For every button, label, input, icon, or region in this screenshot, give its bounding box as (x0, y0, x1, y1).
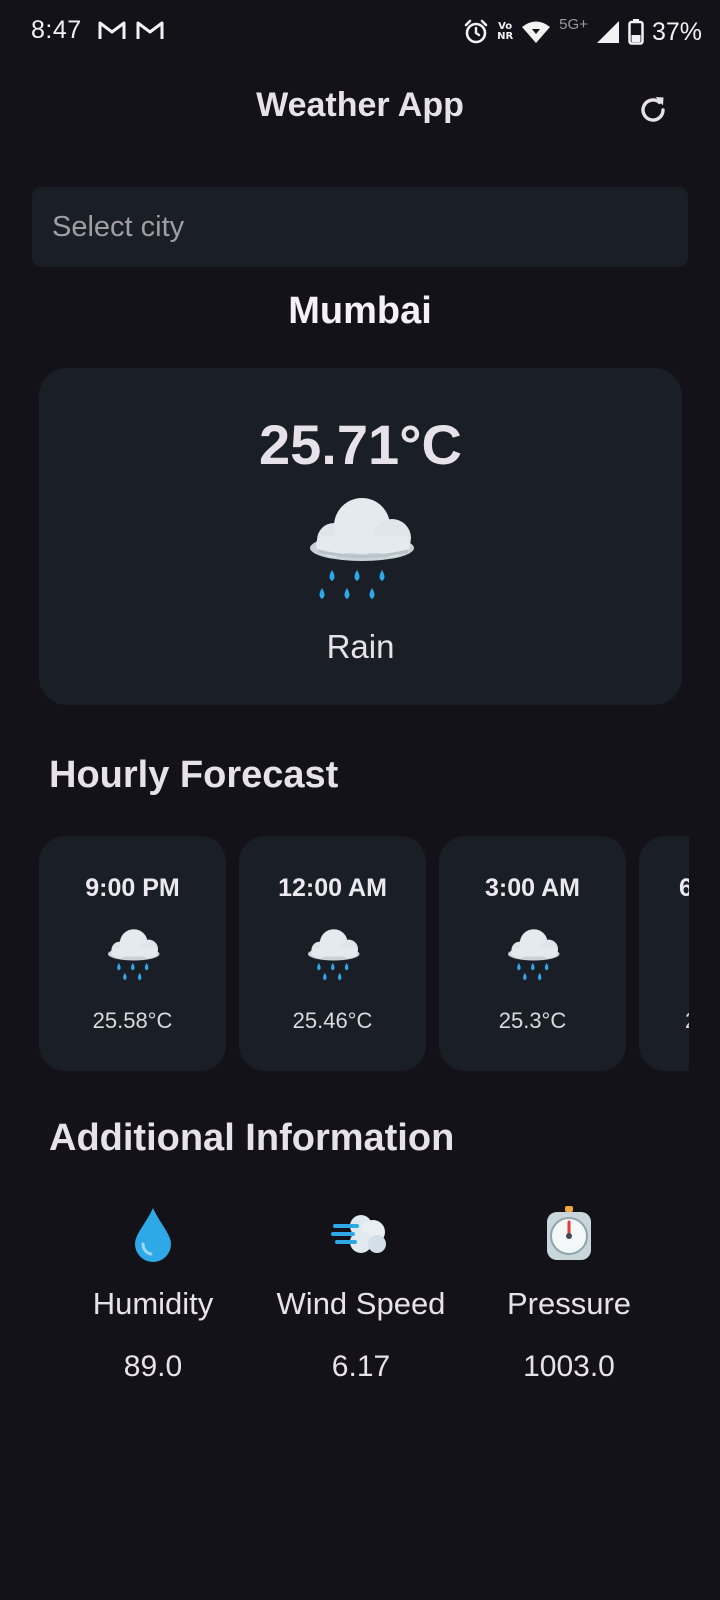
rain-cloud-icon (107, 929, 160, 981)
current-condition: Rain (326, 628, 395, 665)
battery-icon (628, 19, 644, 45)
status-bar: 8:47 Vo NR 5G+ 37% (0, 0, 720, 64)
droplet-icon (135, 1208, 171, 1262)
hourly-time: 6 (679, 874, 689, 902)
rain-cloud-icon (507, 929, 560, 981)
app-screen: 8:47 Vo NR 5G+ 37% Weather App Select ci… (0, 0, 720, 1600)
hourly-temperature: 2 (685, 1008, 689, 1034)
city-name: Mumbai (288, 290, 432, 332)
rain-cloud-icon (310, 498, 414, 599)
hourly-temperature: 25.58°C (92, 1008, 173, 1033)
wifi-icon (522, 21, 551, 43)
network-type: 5G+ (559, 15, 588, 33)
app-title: Weather App (256, 86, 464, 124)
humidity-label: Humidity (92, 1286, 214, 1321)
battery-percent: 37% (651, 17, 702, 46)
signal-icon (596, 21, 619, 43)
humidity-value: 89.0 (123, 1350, 183, 1383)
hourly-time: 3:00 AM (485, 874, 580, 902)
hourly-card: 9:00 PM 25.58°C (39, 836, 226, 1071)
hourly-card: 12:00 AM 25.46°C (239, 836, 426, 1071)
hourly-temperature: 25.46°C (292, 1008, 373, 1033)
gmail-icon (136, 21, 164, 39)
wind-icon (331, 1215, 386, 1253)
volte-bottom: NR (497, 31, 514, 42)
hourly-forecast-title: Hourly Forecast (49, 754, 339, 796)
hourly-card: 3:00 AM 25.3°C (439, 836, 626, 1071)
hourly-temperature: 25.3°C (498, 1008, 567, 1033)
status-icons: Vo NR 5G+ 37% (463, 14, 702, 50)
hourly-time: 12:00 AM (278, 874, 387, 902)
alarm-icon (464, 19, 488, 44)
gmail-icon (98, 21, 126, 39)
city-select-input[interactable] (32, 187, 688, 267)
wind-speed-value: 6.17 (331, 1350, 391, 1383)
hourly-card: 6 2 (639, 836, 689, 1071)
pressure-value: 1003.0 (523, 1350, 615, 1383)
refresh-icon[interactable] (636, 93, 670, 127)
status-time: 8:47 (31, 16, 82, 44)
timer-icon (547, 1206, 591, 1260)
wind-speed-label: Wind Speed (276, 1286, 446, 1321)
current-weather-card: 25.71°C Rain (39, 368, 682, 705)
additional-info-title: Additional Information (49, 1117, 455, 1159)
hourly-forecast-list[interactable]: 9:00 PM 25.58°C 12:00 AM 25.46°C 3:00 AM… (39, 836, 689, 1072)
hourly-time: 9:00 PM (85, 874, 180, 902)
current-temperature: 25.71°C (259, 413, 462, 476)
rain-cloud-icon (307, 929, 360, 981)
pressure-label: Pressure (506, 1286, 632, 1321)
volte-indicator: Vo NR (497, 22, 513, 42)
